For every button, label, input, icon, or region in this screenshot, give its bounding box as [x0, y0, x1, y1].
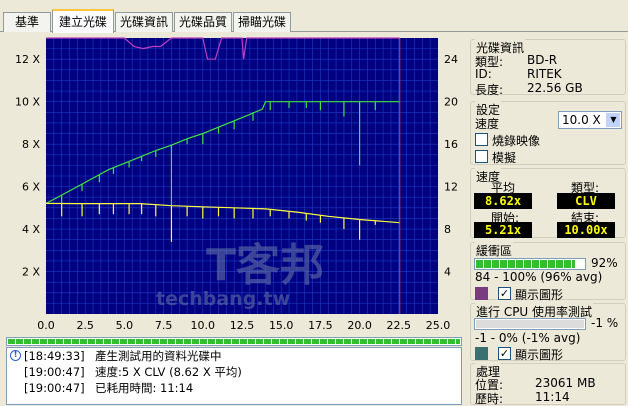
log-row: [19:00:47] 已耗用時間: 11:14: [7, 380, 461, 396]
disc-id-value: RITEK: [527, 67, 562, 81]
x-tick-label: 15.0: [269, 319, 294, 332]
info-icon: !: [10, 350, 21, 361]
buffer-percent: 92%: [591, 256, 618, 270]
cpu-group: 進行 CPU 使用率測試 -1 % -1 - 0% (-1% avg) ✓ 顯示…: [470, 303, 626, 362]
buffer-range: 84 - 100% (96% avg): [475, 270, 603, 284]
disc-length-label: 長度:: [475, 83, 504, 97]
x-tick-label: 2.5: [76, 319, 94, 332]
x-tick-label: 22.5: [387, 319, 412, 332]
x-tick-label: 10.0: [191, 319, 216, 332]
buffer-title: 緩衝區: [475, 242, 514, 259]
log-list[interactable]: ! [18:49:33] 產生測試用的資料光碟中 [19:00:47] 速度:5…: [6, 347, 462, 405]
log-row: [19:00:47] 速度:5 X CLV (8.62 X 平均): [7, 364, 461, 380]
cpu-percent: -1 %: [591, 316, 619, 330]
cpu-range: -1 - 0% (-1% avg): [475, 331, 581, 345]
cpu-bar: [474, 318, 586, 330]
log-message: 已耗用時間: 11:14: [95, 381, 194, 395]
log-message: 速度:5 X CLV (8.62 X 平均): [95, 365, 242, 379]
x-tick-label: 7.5: [155, 319, 173, 332]
y-left-tick-label: 8 X: [22, 138, 40, 151]
log-message: 產生測試用的資料光碟中: [95, 349, 222, 363]
cpu-show-graph-checkbox[interactable]: ✓: [498, 347, 511, 360]
speed-chart: T客邦 techbang.tw 0.0 2.5 5.0 7.5 10.0 12.5 15.0 17…: [0, 34, 468, 336]
chevron-down-icon[interactable]: ▼: [606, 113, 620, 127]
x-tick-label: 0.0: [37, 319, 55, 332]
end-speed-value: 10.00x: [557, 222, 615, 238]
cpu-bar-fill: [476, 320, 584, 328]
log-time: [19:00:47]: [24, 365, 85, 379]
avg-speed-value: 8.62x: [474, 193, 532, 209]
elapsed-value: 11:14: [535, 390, 570, 404]
start-speed-value: 5.21x: [474, 222, 532, 238]
y-left-tick-label: 6 X: [22, 181, 40, 194]
elapsed-label: 歷時:: [475, 392, 504, 406]
log-row: ! [18:49:33] 產生測試用的資料光碟中: [7, 348, 461, 364]
tab-scan-disc[interactable]: 掃瞄光碟: [233, 12, 291, 32]
mirror-label: 燒錄映像: [492, 134, 541, 148]
speed-group: 速度 平均 類型: 8.62x CLV 開始: 結束: 5.21x 10.00x: [470, 168, 626, 238]
tab-benchmark[interactable]: 基準: [3, 12, 51, 32]
cpu-show-graph-label: 顯示圖形: [515, 348, 564, 362]
disc-info-group: 光碟資訊 類型: BD-R ID: RITEK 長度: 22.56 GB: [470, 39, 626, 97]
y-right-tick-label: 20: [444, 96, 458, 109]
x-tick-label: 5.0: [116, 319, 134, 332]
x-tick-label: 20.0: [347, 319, 372, 332]
settings-group: 設定 速度 10.0 X ▼ 燒錄映像 模擬: [470, 101, 626, 165]
disc-type-value: BD-R: [527, 53, 558, 67]
speed-type-value: CLV: [557, 193, 615, 209]
y-right-tick-label: 4: [444, 266, 451, 279]
y-right-tick-label: 16: [444, 138, 458, 151]
buffer-show-graph-checkbox[interactable]: ✓: [498, 287, 511, 300]
y-left-tick-label: 2 X: [22, 266, 40, 279]
simulate-checkbox[interactable]: [475, 150, 488, 163]
buffer-bar: [474, 258, 586, 270]
tab-create-disc[interactable]: 建立光碟: [52, 9, 114, 33]
y-left-tick-label: 12 X: [15, 53, 40, 66]
speed-select-value: 10.0 X: [562, 113, 601, 127]
write-progress-bar: [6, 337, 462, 346]
y-left-tick-label: 10 X: [15, 96, 40, 109]
y-right-tick-label: 12: [444, 181, 458, 194]
y-right-tick-label: 24: [444, 53, 458, 66]
position-value: 23061 MB: [535, 376, 596, 390]
disc-length-value: 22.56 GB: [527, 81, 583, 95]
right-panel: 光碟資訊 類型: BD-R ID: RITEK 長度: 22.56 GB 設定 …: [470, 33, 628, 406]
buffer-show-graph-label: 顯示圖形: [515, 288, 564, 302]
buffer-group: 緩衝區 92% 84 - 100% (96% avg) ✓ 顯示圖形: [470, 242, 626, 302]
speed-setting-label: 速度: [475, 117, 500, 131]
x-tick-label: 17.5: [308, 319, 333, 332]
write-progress-fill: [8, 339, 460, 344]
buffer-bar-fill: [476, 260, 576, 268]
watermark-url: techbang.tw: [156, 288, 290, 310]
log-time: [19:00:47]: [24, 381, 85, 395]
log-time: [18:49:33]: [24, 349, 85, 363]
mirror-checkbox[interactable]: [475, 133, 488, 146]
speed-chart-svg: T客邦techbang.tw 0.0 2.5 5.0 7.5 10.0 12.5 15.0 17…: [15, 37, 458, 332]
tab-bar: 基準 建立光碟 光碟資訊 光碟品質 掃瞄光碟: [0, 0, 628, 33]
tab-disc-quality[interactable]: 光碟品質: [174, 12, 232, 32]
buffer-color-swatch[interactable]: [475, 287, 488, 300]
simulate-label: 模擬: [492, 151, 517, 165]
y-left-tick-label: 4 X: [22, 223, 40, 236]
tab-disc-info[interactable]: 光碟資訊: [115, 12, 173, 32]
x-tick-label: 12.5: [230, 319, 255, 332]
speed-select[interactable]: 10.0 X ▼: [558, 111, 622, 129]
cpu-color-swatch[interactable]: [475, 347, 488, 360]
x-tick-label: 25.0: [426, 319, 451, 332]
y-right-tick-label: 8: [444, 223, 451, 236]
watermark-logo: T客邦: [206, 240, 324, 291]
disc-id-label: ID:: [475, 67, 492, 81]
process-group: 處理 位置: 23061 MB 歷時: 11:14: [470, 363, 626, 406]
